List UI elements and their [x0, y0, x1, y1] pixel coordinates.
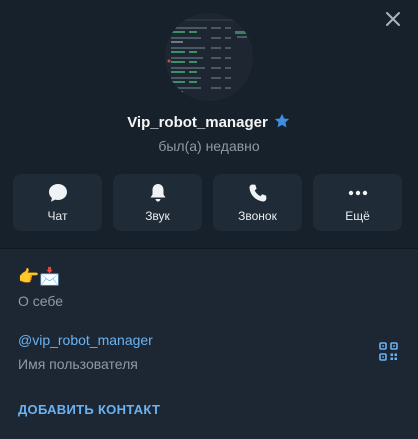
call-button[interactable]: Звонок — [213, 174, 302, 231]
add-contact-button[interactable]: ДОБАВИТЬ КОНТАКТ — [18, 402, 160, 417]
close-button[interactable] — [382, 8, 404, 30]
sound-label: Звук — [145, 209, 170, 223]
profile-name-row: Vip_robot_manager — [0, 112, 418, 131]
call-label: Звонок — [238, 209, 277, 223]
more-button[interactable]: Ещё — [313, 174, 402, 231]
chat-icon — [49, 184, 67, 202]
bell-icon — [150, 184, 166, 202]
profile-info-panel: 👉📩 О себе @vip_robot_manager Имя пользов… — [0, 248, 418, 439]
phone-icon — [249, 184, 267, 202]
chat-button[interactable]: Чат — [13, 174, 102, 231]
bio-label: О себе — [18, 293, 64, 309]
avatar[interactable] — [165, 13, 253, 101]
last-seen-status: был(а) недавно — [158, 138, 260, 154]
bio-text: 👉📩 — [18, 267, 61, 286]
action-buttons: Чат Звук Звонок Ещё — [13, 174, 403, 231]
username-link[interactable]: @vip_robot_manager — [18, 332, 153, 348]
star-icon — [274, 113, 289, 128]
profile-name: Vip_robot_manager — [127, 114, 268, 131]
more-icon — [348, 190, 368, 196]
avatar-image — [165, 13, 253, 101]
more-label: Ещё — [345, 209, 370, 223]
profile-header: Vip_robot_manager был(а) недавно Чат Зву… — [0, 0, 418, 248]
qr-code-icon[interactable] — [379, 342, 398, 361]
username-label: Имя пользователя — [18, 356, 138, 372]
chat-label: Чат — [47, 209, 68, 223]
sound-button[interactable]: Звук — [113, 174, 202, 231]
close-icon — [386, 12, 400, 26]
